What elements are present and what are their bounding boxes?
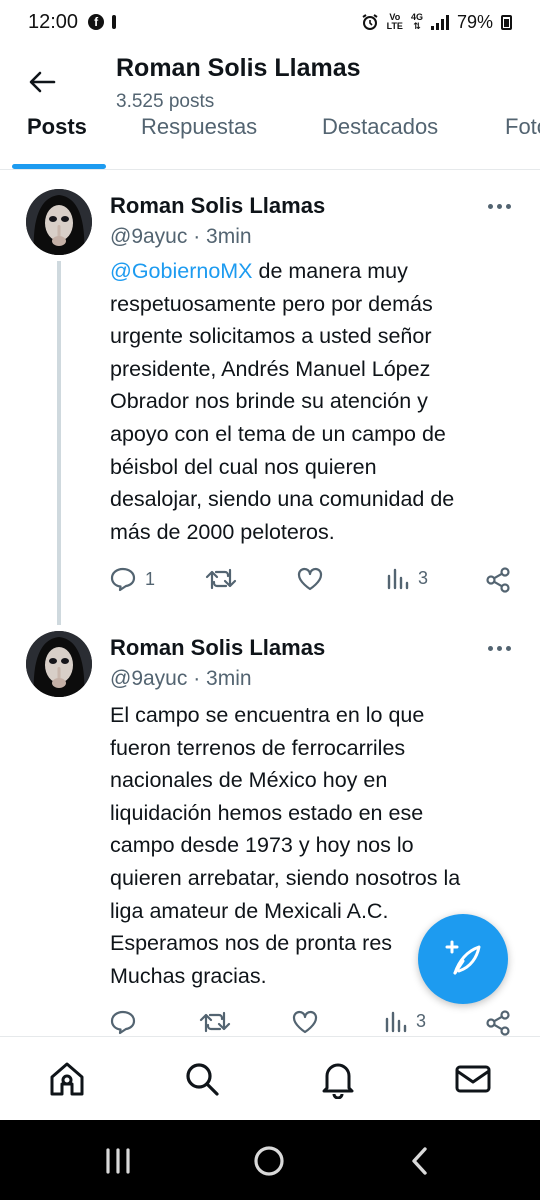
- bottom-navigation: [0, 1036, 540, 1120]
- views-button[interactable]: 3: [386, 566, 428, 590]
- avatar[interactable]: [26, 189, 92, 255]
- retweet-icon: [199, 1011, 231, 1033]
- more-options-button[interactable]: [484, 638, 514, 658]
- alarm-icon: [362, 14, 378, 30]
- status-time: 12:00: [28, 10, 79, 33]
- avatar[interactable]: [26, 631, 92, 697]
- status-indicators: Vo LTE 4G ⇅ 79%: [361, 12, 512, 33]
- share-button[interactable]: [484, 566, 512, 594]
- reply-icon: [110, 567, 136, 592]
- tab-posts[interactable]: Posts: [27, 116, 87, 140]
- views-chart-icon: [387, 568, 409, 590]
- active-tab-indicator: [12, 164, 106, 169]
- system-back-button[interactable]: [400, 1144, 440, 1178]
- recent-apps-icon: [106, 1148, 130, 1174]
- profile-header: Roman Solis Llamas 3.525 posts Posts Res…: [0, 44, 540, 170]
- more-options-button[interactable]: [484, 196, 514, 216]
- tweet-text: @GobiernoMX de manera muy respetuosament…: [110, 259, 455, 544]
- nav-search[interactable]: [182, 1059, 222, 1099]
- mail-icon: [455, 1065, 491, 1093]
- tab-respuestas[interactable]: Respuestas: [141, 116, 257, 140]
- facebook-notification-icon: f: [88, 14, 105, 30]
- reply-button[interactable]: [109, 1009, 145, 1035]
- share-button[interactable]: [484, 1009, 512, 1036]
- back-arrow-icon: [29, 71, 56, 93]
- thermometer-icon: [112, 15, 117, 29]
- status-bar: 12:00 f Vo LTE 4G ⇅ 79%: [0, 0, 540, 44]
- tweet-author-name[interactable]: Roman Solis Llamas: [110, 635, 325, 661]
- header-title: Roman Solis Llamas: [116, 54, 361, 82]
- home-circle-icon: [254, 1146, 284, 1176]
- home-system-button[interactable]: [249, 1144, 289, 1178]
- reply-icon: [110, 1010, 136, 1035]
- tweet-actions: 1 3: [0, 566, 540, 596]
- reply-count: 1: [145, 568, 156, 589]
- retweet-icon: [205, 568, 237, 590]
- heart-icon: [292, 1010, 318, 1034]
- tab-destacados[interactable]: Destacados: [322, 116, 438, 140]
- nav-messages[interactable]: [453, 1059, 493, 1099]
- nav-home[interactable]: [47, 1059, 87, 1099]
- network-type-indicator: 4G ⇅: [410, 12, 423, 31]
- tab-fotos[interactable]: Fotos: [505, 116, 540, 140]
- share-icon: [486, 1010, 510, 1036]
- compose-post-icon: [445, 940, 481, 975]
- battery-icon: [501, 14, 512, 30]
- recent-apps-button[interactable]: [98, 1144, 138, 1178]
- views-button[interactable]: 3: [384, 1009, 426, 1033]
- heart-icon: [297, 567, 323, 591]
- tweet-handle-time: @9ayuc · 3min: [110, 667, 252, 690]
- views-chart-icon: [385, 1011, 407, 1033]
- bell-icon: [322, 1063, 354, 1099]
- retweet-button[interactable]: [205, 566, 237, 592]
- volte-indicator: Vo LTE: [386, 12, 403, 31]
- back-chevron-icon: [412, 1147, 427, 1175]
- system-navigation-bar: [0, 1120, 540, 1200]
- signal-icon: [430, 14, 449, 30]
- tweet-handle-time: @9ayuc · 3min: [110, 225, 252, 248]
- home-icon: [50, 1062, 84, 1096]
- mention-link[interactable]: @GobiernoMX: [110, 259, 253, 283]
- like-button[interactable]: [296, 566, 324, 592]
- profile-tabs: Posts Respuestas Destacados Fotos: [0, 116, 540, 170]
- views-count: 3: [416, 1010, 427, 1031]
- reply-button[interactable]: 1: [109, 566, 155, 592]
- tweet-author-name[interactable]: Roman Solis Llamas: [110, 193, 325, 219]
- share-icon: [486, 567, 510, 593]
- post-count: 3.525 posts: [116, 91, 215, 112]
- tweet-actions: 3: [0, 1009, 540, 1036]
- nav-notifications[interactable]: [318, 1059, 358, 1099]
- compose-button[interactable]: [418, 914, 508, 1004]
- search-icon: [186, 1063, 219, 1096]
- retweet-button[interactable]: [199, 1009, 231, 1035]
- tweet[interactable]: Roman Solis Llamas @9ayuc · 3min @Gobier…: [0, 171, 540, 631]
- back-button[interactable]: [26, 66, 58, 98]
- like-button[interactable]: [291, 1009, 319, 1035]
- battery-percent: 79%: [456, 11, 493, 32]
- views-count: 3: [418, 567, 429, 588]
